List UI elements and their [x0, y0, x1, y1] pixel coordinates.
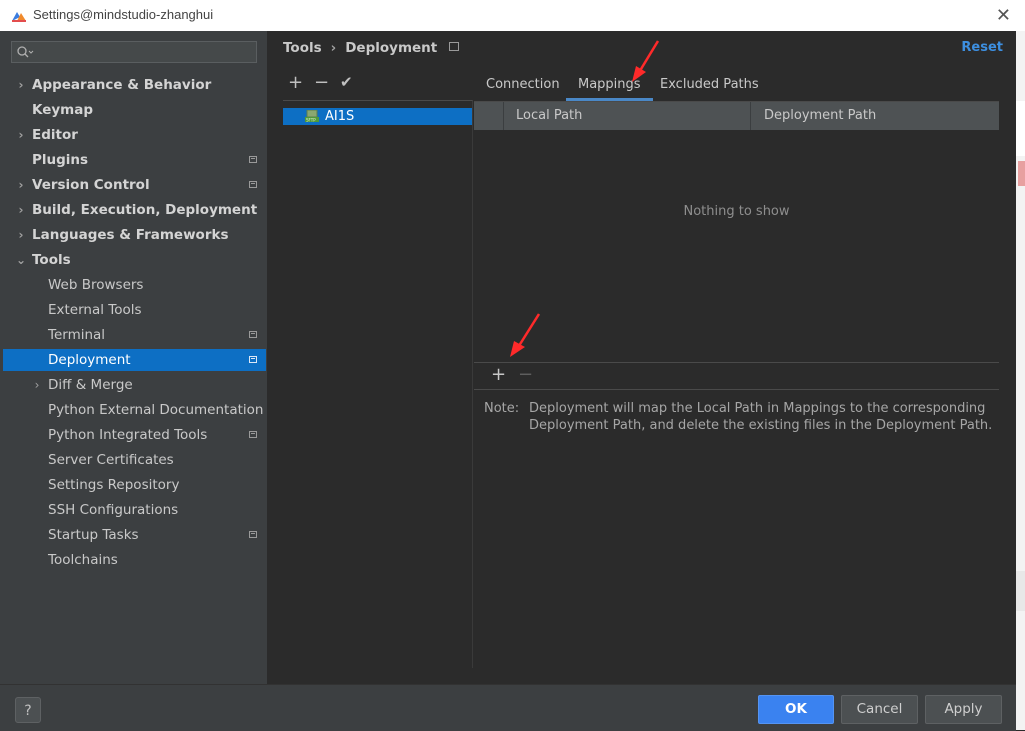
chevron-right-icon[interactable]: ›: [15, 74, 27, 96]
cancel-button[interactable]: Cancel: [841, 695, 918, 724]
tab-connection[interactable]: Connection: [474, 70, 572, 100]
sidebar-item-settings-repository[interactable]: Settings Repository: [3, 474, 266, 496]
project-scope-icon: [249, 181, 257, 188]
app-logo-icon: [12, 12, 26, 22]
settings-sidebar: › Appearance & Behavior Keymap › Editor Plugi…: [0, 31, 267, 684]
settings-search-input[interactable]: [11, 41, 257, 63]
sidebar-item-label: Tools: [32, 252, 71, 268]
project-scope-icon: [449, 42, 460, 51]
table-header: Local Path Deployment Path: [474, 102, 999, 130]
sidebar-item-label: Editor: [32, 127, 78, 143]
sidebar-item-ssh-configurations[interactable]: SSH Configurations: [3, 499, 266, 521]
sidebar-item-build-execution-deployment[interactable]: › Build, Execution, Deployment: [3, 199, 266, 221]
note-text: Deployment will map the Local Path in Ma…: [529, 401, 993, 433]
sidebar-item-label: Languages & Frameworks: [32, 227, 229, 243]
sidebar-item-python-integrated-tools[interactable]: Python Integrated Tools: [3, 424, 266, 446]
set-default-server-button[interactable]: ✔: [340, 73, 353, 91]
sidebar-item-label: Toolchains: [48, 552, 118, 568]
apply-button[interactable]: Apply: [925, 695, 1002, 724]
remove-mapping-button[interactable]: −: [518, 364, 533, 385]
column-local-path[interactable]: Local Path: [504, 102, 751, 130]
breadcrumb-current: Deployment: [345, 40, 438, 56]
sidebar-item-server-certificates[interactable]: Server Certificates: [3, 449, 266, 471]
background-window-edge: [1016, 31, 1025, 730]
sidebar-item-label: Diff & Merge: [48, 377, 133, 393]
chevron-down-icon[interactable]: ⌄: [15, 249, 27, 271]
sftp-server-icon: SFTP: [305, 110, 319, 122]
sidebar-item-tools[interactable]: ⌄ Tools: [3, 249, 266, 271]
window-title-bar: Settings@mindstudio-zhanghui ✕: [0, 0, 1025, 31]
chevron-right-icon[interactable]: ›: [15, 199, 27, 221]
empty-table-text: Nothing to show: [683, 204, 790, 219]
chevron-right-icon[interactable]: ›: [31, 374, 43, 396]
sidebar-item-label: SSH Configurations: [48, 502, 179, 518]
sidebar-item-deployment[interactable]: Deployment: [3, 349, 266, 371]
project-scope-icon: [249, 531, 257, 538]
add-mapping-button[interactable]: +: [491, 364, 506, 385]
tab-excluded-paths[interactable]: Excluded Paths: [648, 70, 771, 100]
window-title: Settings@mindstudio-zhanghui: [33, 7, 214, 22]
server-name: AI1S: [325, 109, 355, 124]
sidebar-item-python-external-documentation[interactable]: Python External Documentation: [3, 399, 266, 421]
ok-button[interactable]: OK: [758, 695, 834, 724]
sidebar-item-label: Plugins: [32, 152, 89, 168]
sidebar-item-label: Web Browsers: [48, 277, 144, 293]
sidebar-item-appearance-behavior[interactable]: › Appearance & Behavior: [3, 74, 266, 96]
breadcrumb-separator: ›: [330, 40, 337, 56]
remove-server-button[interactable]: −: [314, 72, 329, 93]
sidebar-item-plugins[interactable]: Plugins: [3, 149, 266, 171]
project-scope-icon: [249, 356, 257, 363]
sidebar-item-toolchains[interactable]: Toolchains: [3, 549, 266, 571]
svg-text:SFTP: SFTP: [306, 118, 316, 123]
sidebar-item-label: Startup Tasks: [48, 527, 139, 543]
sidebar-item-label: Appearance & Behavior: [32, 77, 212, 93]
chevron-right-icon[interactable]: ›: [15, 174, 27, 196]
server-list-toolbar: + − ✔: [283, 70, 473, 100]
sidebar-item-version-control[interactable]: › Version Control: [3, 174, 266, 196]
server-list: SFTP AI1S: [283, 100, 473, 668]
sidebar-item-keymap[interactable]: Keymap: [3, 99, 266, 121]
help-button[interactable]: ?: [15, 697, 41, 723]
sidebar-item-web-browsers[interactable]: Web Browsers: [3, 274, 266, 296]
sidebar-item-label: Version Control: [32, 177, 150, 193]
sidebar-item-label: Server Certificates: [48, 452, 174, 468]
breadcrumb: Tools › Deployment: [283, 40, 460, 56]
sidebar-item-label: Python Integrated Tools: [48, 427, 208, 443]
annotation-arrow-mappings: [632, 40, 660, 82]
sidebar-item-diff-merge[interactable]: › Diff & Merge: [3, 374, 266, 396]
sidebar-item-label: Settings Repository: [48, 477, 180, 493]
project-scope-icon: [249, 156, 257, 163]
server-item-ai1s[interactable]: SFTP AI1S: [283, 108, 472, 125]
reset-link[interactable]: Reset: [961, 40, 1003, 55]
chevron-right-icon[interactable]: ›: [15, 224, 27, 246]
sidebar-item-label: Deployment: [48, 352, 131, 368]
add-server-button[interactable]: +: [288, 72, 303, 93]
sidebar-item-label: Python External Documentation: [48, 402, 264, 418]
column-deployment-path[interactable]: Deployment Path: [752, 102, 999, 130]
breadcrumb-parent[interactable]: Tools: [283, 40, 322, 56]
sidebar-item-label: Keymap: [32, 102, 94, 118]
table-header-spacer: [474, 102, 504, 130]
sidebar-item-editor[interactable]: › Editor: [3, 124, 266, 146]
sidebar-item-external-tools[interactable]: External Tools: [3, 299, 266, 321]
dialog-footer: ? OK Cancel Apply: [0, 684, 1016, 731]
project-scope-icon: [249, 431, 257, 438]
sidebar-item-label: Terminal: [48, 327, 106, 343]
sidebar-item-terminal[interactable]: Terminal: [3, 324, 266, 346]
sidebar-item-languages-frameworks[interactable]: › Languages & Frameworks: [3, 224, 266, 246]
search-icon: [17, 46, 34, 58]
mappings-table: Local Path Deployment Path Nothing to sh…: [474, 102, 999, 362]
close-icon[interactable]: ✕: [996, 5, 1011, 26]
annotation-arrow-add: [510, 313, 541, 357]
mappings-toolbar: + −: [474, 362, 999, 390]
sidebar-item-label: External Tools: [48, 302, 142, 318]
sidebar-item-label: Build, Execution, Deployment: [32, 202, 258, 218]
chevron-right-icon[interactable]: ›: [15, 124, 27, 146]
project-scope-icon: [249, 331, 257, 338]
deployment-tabs: Connection Mappings Excluded Paths: [474, 70, 999, 102]
sidebar-item-startup-tasks[interactable]: Startup Tasks: [3, 524, 266, 546]
note-label: Note:: [484, 401, 520, 416]
